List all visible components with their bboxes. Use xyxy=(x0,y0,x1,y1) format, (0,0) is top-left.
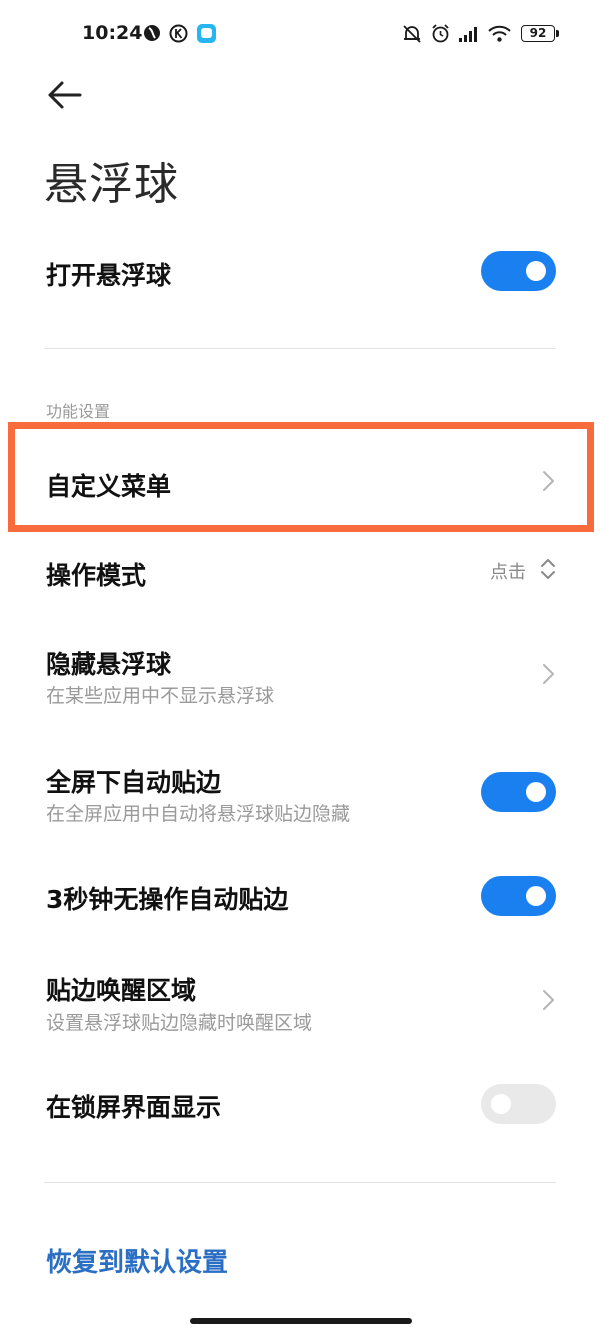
up-down-chevron-icon xyxy=(541,559,555,579)
hide-floating-ball-row[interactable]: 隐藏悬浮球 在某些应用中不显示悬浮球 xyxy=(0,630,600,720)
back-arrow-icon xyxy=(48,81,82,109)
battery-icon: 92 xyxy=(521,25,555,42)
switch-knob xyxy=(526,261,546,281)
wifi-icon xyxy=(488,25,511,42)
divider xyxy=(44,1182,556,1183)
k-icon xyxy=(169,24,188,43)
switch-knob xyxy=(526,782,546,802)
switch-knob xyxy=(526,886,546,906)
operation-mode-value: 点击 xyxy=(490,562,526,583)
chevron-right-icon xyxy=(543,664,554,684)
switch-knob xyxy=(491,1094,511,1114)
status-bar: 10:24 92 xyxy=(0,0,600,70)
floating-ball-switch[interactable] xyxy=(481,251,556,291)
restore-defaults-link[interactable]: 恢复到默认设置 xyxy=(46,1242,228,1279)
status-time: 10:24 xyxy=(82,22,143,44)
edge-wake-area-subtitle: 设置悬浮球贴边隐藏时唤醒区域 xyxy=(46,1012,313,1034)
app-icon-1 xyxy=(144,25,160,41)
battery-tip xyxy=(556,30,559,37)
lock-screen-display-label: 在锁屏界面显示 xyxy=(46,1093,222,1122)
home-indicator[interactable] xyxy=(190,1318,412,1324)
idle-auto-edge-switch[interactable] xyxy=(481,876,556,916)
page-title: 悬浮球 xyxy=(44,159,179,210)
hide-floating-ball-label: 隐藏悬浮球 xyxy=(46,650,172,679)
signal-icon xyxy=(459,27,477,42)
floating-ball-toggle-label: 打开悬浮球 xyxy=(46,261,172,290)
divider xyxy=(44,348,556,349)
chevron-right-icon xyxy=(543,990,554,1010)
fullscreen-auto-edge-row[interactable]: 全屏下自动贴边 在全屏应用中自动将悬浮球贴边隐藏 xyxy=(0,750,600,840)
highlight-box xyxy=(8,422,594,532)
lock-screen-display-row[interactable]: 在锁屏界面显示 xyxy=(0,1070,600,1140)
message-app-icon xyxy=(197,24,216,43)
fullscreen-auto-edge-switch[interactable] xyxy=(481,772,556,812)
mute-icon xyxy=(403,25,421,43)
lock-screen-display-switch[interactable] xyxy=(481,1084,556,1124)
floating-ball-toggle-row[interactable]: 打开悬浮球 xyxy=(0,240,600,310)
section-label: 功能设置 xyxy=(46,402,111,421)
operation-mode-label: 操作模式 xyxy=(46,561,147,590)
idle-auto-edge-row[interactable]: 3秒钟无操作自动贴边 xyxy=(0,862,600,932)
battery-level: 92 xyxy=(529,26,547,40)
idle-auto-edge-label: 3秒钟无操作自动贴边 xyxy=(46,885,289,914)
alarm-icon xyxy=(432,24,449,43)
hide-floating-ball-subtitle: 在某些应用中不显示悬浮球 xyxy=(46,685,275,707)
back-button[interactable] xyxy=(40,74,88,118)
fullscreen-auto-edge-subtitle: 在全屏应用中自动将悬浮球贴边隐藏 xyxy=(46,803,351,825)
edge-wake-area-row[interactable]: 贴边唤醒区域 设置悬浮球贴边隐藏时唤醒区域 xyxy=(0,958,600,1048)
fullscreen-auto-edge-label: 全屏下自动贴边 xyxy=(46,768,222,797)
edge-wake-area-label: 贴边唤醒区域 xyxy=(46,976,197,1005)
